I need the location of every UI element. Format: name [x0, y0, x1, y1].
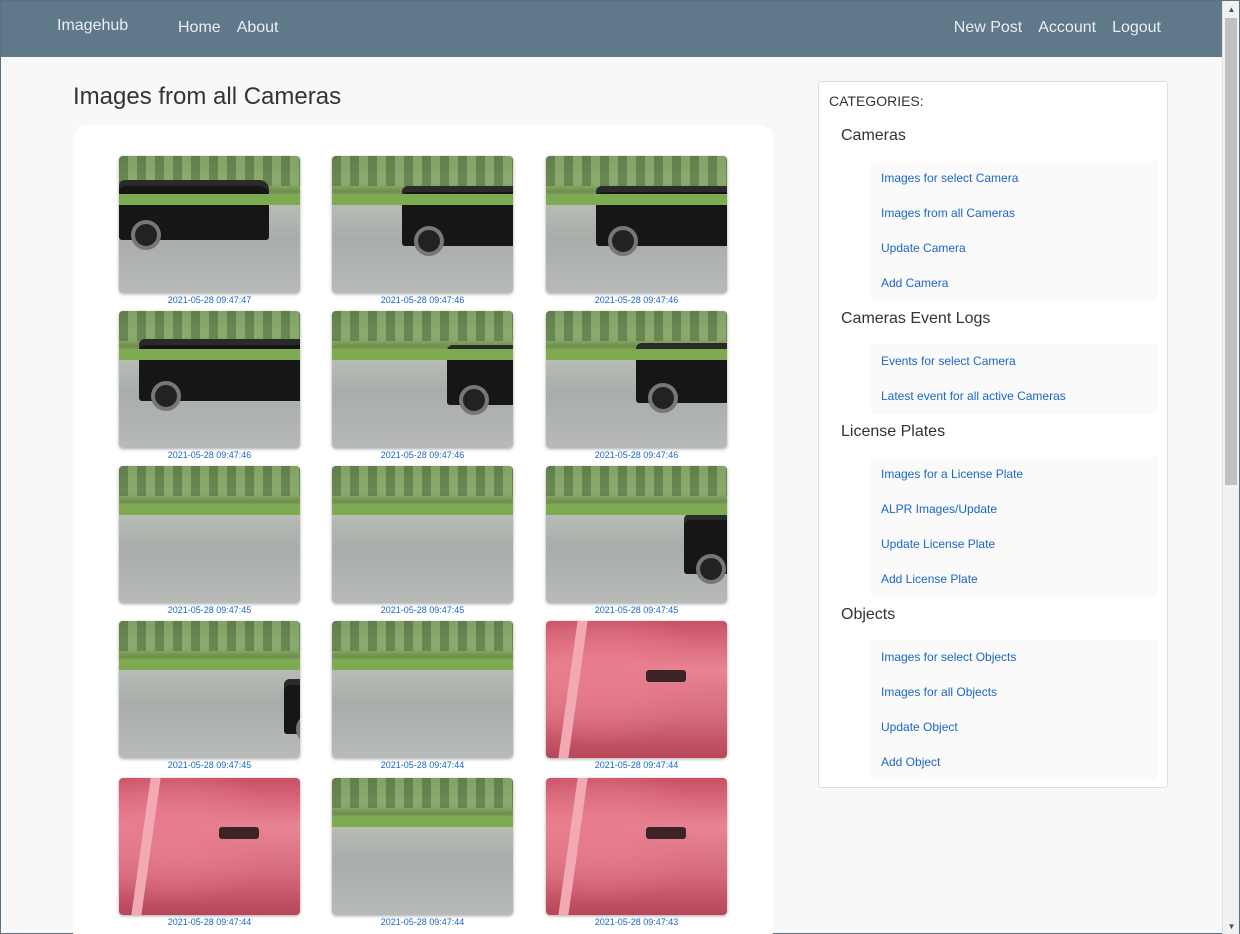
scroll-down-arrow-icon[interactable]: ▼: [1223, 918, 1240, 934]
category-link[interactable]: Update Camera: [871, 231, 1157, 266]
top-navbar: Imagehub Home About New Post Account Log…: [1, 1, 1223, 57]
page-title: Images from all Cameras: [73, 83, 342, 110]
category-link-list: Images for select Camera Images from all …: [871, 161, 1157, 301]
truck-shape: [119, 180, 269, 250]
category-link[interactable]: Update License Plate: [871, 527, 1157, 562]
truck-shape: [636, 343, 727, 413]
camera-image[interactable]: [546, 466, 727, 603]
camera-image[interactable]: [119, 311, 300, 448]
image-thumbnail[interactable]: 2021-05-28 09:47:43: [546, 778, 727, 927]
image-timestamp-link[interactable]: 2021-05-28 09:47:46: [546, 450, 727, 460]
category-link-list: Images for a License Plate ALPR Images/Up…: [871, 457, 1157, 597]
image-timestamp-link[interactable]: 2021-05-28 09:47:46: [332, 450, 513, 460]
category-link[interactable]: Images for select Camera: [871, 161, 1157, 196]
nav-right: New Post Account Logout: [954, 19, 1161, 37]
image-thumbnail[interactable]: 2021-05-28 09:47:45: [119, 466, 300, 615]
categories-sidebar: CATEGORIES: Cameras Images for select Cam…: [818, 81, 1168, 788]
category-link[interactable]: Add Camera: [871, 266, 1157, 301]
image-timestamp-link[interactable]: 2021-05-28 09:47:44: [332, 917, 513, 927]
category-link[interactable]: Images for all Objects: [871, 675, 1157, 710]
image-timestamp-link[interactable]: 2021-05-28 09:47:45: [119, 760, 300, 770]
nav-new-post-link[interactable]: New Post: [954, 19, 1022, 37]
image-thumbnail[interactable]: 2021-05-28 09:47:46: [332, 156, 513, 305]
image-timestamp-link[interactable]: 2021-05-28 09:47:45: [332, 605, 513, 615]
image-timestamp-link[interactable]: 2021-05-28 09:47:43: [546, 917, 727, 927]
image-timestamp-link[interactable]: 2021-05-28 09:47:46: [119, 450, 300, 460]
camera-image[interactable]: [332, 311, 513, 448]
image-timestamp-link[interactable]: 2021-05-28 09:47:45: [119, 605, 300, 615]
camera-image[interactable]: [119, 621, 300, 758]
camera-image[interactable]: [332, 621, 513, 758]
image-thumbnail[interactable]: 2021-05-28 09:47:44: [119, 778, 300, 927]
truck-shape: [684, 514, 727, 584]
category-link[interactable]: ALPR Images/Update: [871, 492, 1157, 527]
vertical-scrollbar[interactable]: ▲ ▼: [1222, 1, 1239, 934]
image-thumbnail[interactable]: 2021-05-28 09:47:45: [332, 466, 513, 615]
image-thumbnail[interactable]: 2021-05-28 09:47:46: [119, 311, 300, 460]
nav-home-link[interactable]: Home: [178, 19, 221, 37]
scroll-thumb[interactable]: [1225, 18, 1237, 485]
camera-image[interactable]: [332, 156, 513, 293]
camera-image[interactable]: [546, 621, 727, 758]
image-thumbnail[interactable]: 2021-05-28 09:47:47: [119, 156, 300, 305]
truck-shape: [402, 186, 513, 256]
sidebar-heading: CATEGORIES:: [829, 93, 924, 109]
brand-link[interactable]: Imagehub: [57, 17, 128, 35]
category-link-list: Images for select Objects Images for all …: [871, 640, 1157, 780]
camera-image[interactable]: [546, 778, 727, 915]
nav-account-link[interactable]: Account: [1038, 19, 1096, 37]
category-link[interactable]: Events for select Camera: [871, 344, 1157, 379]
image-thumbnail[interactable]: 2021-05-28 09:47:44: [332, 621, 513, 770]
image-timestamp-link[interactable]: 2021-05-28 09:47:46: [546, 295, 727, 305]
category-link-list: Events for select Camera Latest event for…: [871, 344, 1157, 414]
camera-image[interactable]: [332, 466, 513, 603]
category-link[interactable]: Update Object: [871, 710, 1157, 745]
image-timestamp-link[interactable]: 2021-05-28 09:47:46: [332, 295, 513, 305]
category-link[interactable]: Add Object: [871, 745, 1157, 780]
nav-about-link[interactable]: About: [237, 19, 279, 37]
image-gallery: 2021-05-28 09:47:47 2021-05-28 09:47:46 20…: [73, 125, 773, 934]
camera-image[interactable]: [546, 311, 727, 448]
image-timestamp-link[interactable]: 2021-05-28 09:47:44: [332, 760, 513, 770]
camera-image[interactable]: [119, 156, 300, 293]
nav-left: Home About: [178, 19, 279, 37]
image-timestamp-link[interactable]: 2021-05-28 09:47:47: [119, 295, 300, 305]
image-thumbnail[interactable]: 2021-05-28 09:47:46: [332, 311, 513, 460]
category-title: Objects: [841, 606, 896, 623]
category-title: Cameras Event Logs: [841, 310, 991, 327]
truck-shape: [139, 339, 300, 411]
image-thumbnail[interactable]: 2021-05-28 09:47:45: [119, 621, 300, 770]
category-link[interactable]: Latest event for all active Cameras: [871, 379, 1157, 414]
category-title: Cameras: [841, 127, 906, 144]
camera-image[interactable]: [119, 778, 300, 915]
truck-shape: [284, 679, 300, 744]
image-timestamp-link[interactable]: 2021-05-28 09:47:45: [546, 605, 727, 615]
nav-logout-link[interactable]: Logout: [1112, 19, 1161, 37]
camera-image[interactable]: [119, 466, 300, 603]
truck-shape: [447, 345, 513, 415]
image-thumbnail[interactable]: 2021-05-28 09:47:46: [546, 156, 727, 305]
image-thumbnail[interactable]: 2021-05-28 09:47:44: [546, 621, 727, 770]
scroll-up-arrow-icon[interactable]: ▲: [1223, 1, 1240, 18]
image-timestamp-link[interactable]: 2021-05-28 09:47:44: [119, 917, 300, 927]
camera-image[interactable]: [332, 778, 513, 915]
camera-image[interactable]: [546, 156, 727, 293]
category-link[interactable]: Images from all Cameras: [871, 196, 1157, 231]
category-link[interactable]: Images for a License Plate: [871, 457, 1157, 492]
image-thumbnail[interactable]: 2021-05-28 09:47:45: [546, 466, 727, 615]
image-thumbnail[interactable]: 2021-05-28 09:47:46: [546, 311, 727, 460]
category-link[interactable]: Add License Plate: [871, 562, 1157, 597]
category-link[interactable]: Images for select Objects: [871, 640, 1157, 675]
image-thumbnail[interactable]: 2021-05-28 09:47:44: [332, 778, 513, 927]
category-title: License Plates: [841, 423, 946, 440]
image-timestamp-link[interactable]: 2021-05-28 09:47:44: [546, 760, 727, 770]
truck-shape: [596, 186, 727, 256]
